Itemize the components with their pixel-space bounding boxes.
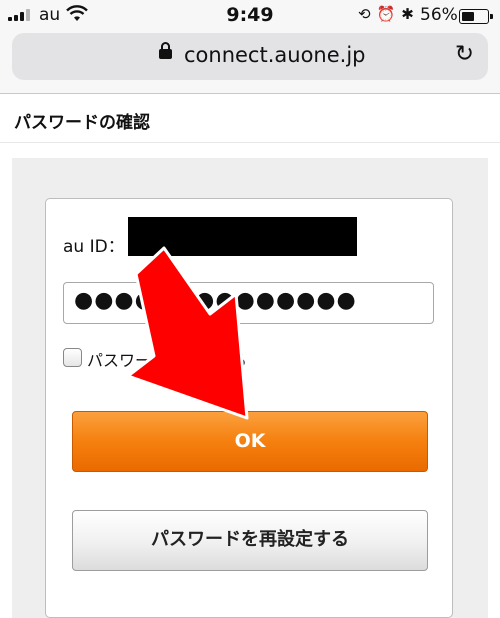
lock-icon <box>159 42 172 59</box>
url-text: connect.auone.jp <box>184 43 366 67</box>
page-title: パスワードの確認 <box>14 113 150 133</box>
password-field[interactable]: ●●●●●●●●●●●●●● <box>63 282 434 324</box>
show-password-checkbox[interactable] <box>63 348 82 367</box>
reset-password-button[interactable]: パスワードを再設定する <box>72 510 428 571</box>
rotation-lock-icon: ⟲ <box>358 5 377 23</box>
ok-button[interactable]: OK <box>72 411 428 472</box>
address-bar[interactable]: connect.auone.jp ↻ <box>12 33 488 80</box>
battery-fill <box>462 12 474 21</box>
au-id-label: au ID： <box>63 237 125 257</box>
status-bar: au 9:49 ⟲⏰✱ 56% <box>0 0 500 30</box>
status-icons: ⟲⏰✱ <box>358 5 420 23</box>
bluetooth-icon: ✱ <box>401 5 420 23</box>
alarm-icon: ⏰ <box>376 5 402 23</box>
show-password-label[interactable]: パスワードを表示する <box>87 347 247 371</box>
title-divider <box>0 142 500 143</box>
reload-icon[interactable]: ↻ <box>455 41 474 67</box>
redacted-au-id <box>128 217 357 256</box>
battery-percent: 56% <box>420 5 458 25</box>
browser-toolbar: connect.auone.jp ↻ <box>0 30 500 94</box>
toolbar-divider <box>0 93 500 94</box>
battery-icon <box>459 9 493 24</box>
